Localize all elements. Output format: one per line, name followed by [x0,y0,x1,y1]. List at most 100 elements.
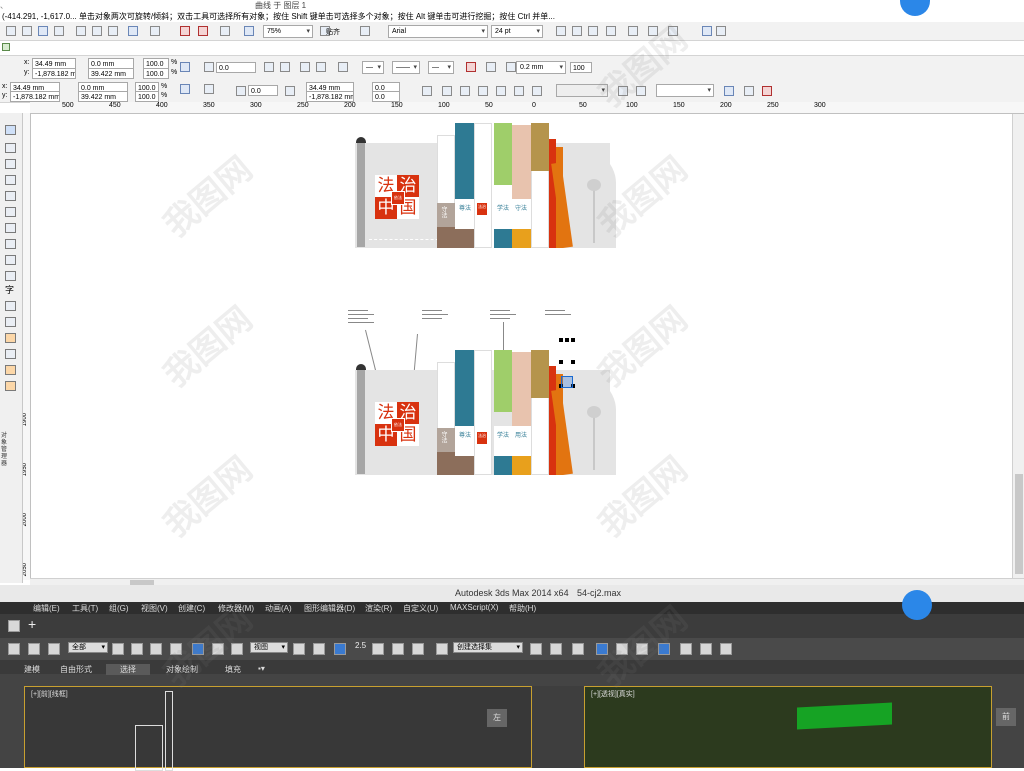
doc-icon[interactable] [204,84,214,94]
rotate-icon[interactable] [236,86,246,96]
viewcube[interactable]: 前 [996,708,1016,726]
freehand-tool-icon[interactable] [5,191,16,201]
pan-tool-icon[interactable] [724,86,734,96]
rendered-frame-icon[interactable] [700,643,712,655]
vertical-scrollbar[interactable] [1012,114,1024,578]
ellipse-tool-icon[interactable] [5,239,16,249]
node-y-field[interactable]: -1,878.182 mm [306,91,354,102]
object-manager-tab[interactable]: 对象管理器 [1,433,9,468]
color-eyedropper-icon[interactable] [744,86,754,96]
fill-tool-icon[interactable] [5,365,16,375]
select-manipulate-icon[interactable] [313,643,325,655]
join-nodes-icon[interactable] [478,86,488,96]
menu-customize[interactable]: 自定义(U) [403,603,438,614]
layer-manager-icon[interactable] [572,643,584,655]
new-doc-icon[interactable] [6,26,16,36]
height-field[interactable]: 39.422 mm [78,91,128,102]
mirror-icon[interactable] [530,643,542,655]
rectangle-tool-icon[interactable] [5,223,16,233]
menu-view[interactable]: 视图(V) [141,603,168,614]
doc-tab-icon[interactable] [2,43,10,51]
tab-populate[interactable]: 填充 [225,664,241,675]
delete-node-icon[interactable] [460,86,470,96]
lock-ratio-icon[interactable] [180,62,190,72]
select-by-name-icon[interactable] [131,643,143,655]
to-curve-icon[interactable] [532,86,542,96]
bind-spacewarp-icon[interactable] [48,643,60,655]
selection-filter-select[interactable]: 全部 [68,642,108,653]
scale-y-field[interactable]: 100.0 [143,68,169,79]
tab-modeling[interactable]: 建模 [24,664,40,675]
unlink-icon[interactable] [28,643,40,655]
polygon-tool-icon[interactable] [5,255,16,265]
cut-icon[interactable] [76,26,86,36]
color-mix-icon[interactable] [762,86,772,96]
angle-snap-icon[interactable] [372,643,384,655]
horizontal-ruler[interactable]: 500 450 400 350 300 250 200 150 100 50 0 50 100 150 20… [30,102,1024,114]
menu-edit[interactable]: 编辑(E) [33,603,60,614]
named-selection-select[interactable]: 创建选择集 [453,642,523,653]
import-icon[interactable] [180,26,190,36]
tab-selection[interactable]: 选择 [106,664,150,675]
interactive-fill-icon[interactable] [5,333,16,343]
node-tool-icon[interactable] [422,86,432,96]
menu-tools[interactable]: 工具(T) [72,603,98,614]
max-app-icon[interactable] [8,620,20,632]
viewport-front[interactable]: [+][前][线框] 左 [24,686,532,771]
node-handle[interactable] [561,376,573,388]
menu-rendering[interactable]: 渲染(R) [365,603,392,614]
undo-icon[interactable] [128,26,138,36]
color-select[interactable] [656,84,714,97]
rotation-field[interactable]: 0.0 [216,62,256,73]
zoom-select[interactable]: 75% [263,25,313,38]
rotate-icon[interactable] [204,62,214,72]
render-setup-icon[interactable] [680,643,692,655]
y-position-field[interactable]: -1,878.182 mm [10,91,60,102]
snap-toggle[interactable]: 2.5 [355,641,366,650]
rotation-field[interactable]: 0.0 [248,85,278,96]
options-icon[interactable] [360,26,370,36]
vertical-ruler[interactable]: 1900 1950 2000 2050 [22,113,31,580]
line-style-select[interactable]: —— [392,61,420,74]
copy-icon[interactable] [92,26,102,36]
horizontal-text-icon[interactable] [702,26,712,36]
selection-handle[interactable] [571,338,575,342]
add-icon[interactable]: + [28,616,36,632]
to-line-icon[interactable] [514,86,524,96]
add-node-icon[interactable] [442,86,452,96]
selection-handle[interactable] [565,338,569,342]
keyboard-shortcut-icon[interactable] [334,643,346,655]
tab-freeform[interactable]: 自由形式 [60,664,92,675]
mirror-v-icon[interactable] [280,62,290,72]
snap-label[interactable]: 贴齐 [326,27,340,37]
pick-tool-icon[interactable] [5,125,16,135]
offset-2-field[interactable]: 0.0 [372,91,400,102]
selection-handle[interactable] [559,338,563,342]
eyedropper-icon[interactable] [5,349,16,359]
mirror-h-icon[interactable] [264,62,274,72]
crop-tool-icon[interactable] [5,159,16,169]
publish-pdf-icon[interactable] [220,26,230,36]
save-icon[interactable] [38,26,48,36]
font-size-select[interactable]: 24 pt [491,25,543,38]
menu-help[interactable]: 帮助(H) [509,603,536,614]
y-position-field[interactable]: -1,878.182 mm [32,68,76,79]
outline-icon[interactable] [486,62,496,72]
export-icon[interactable] [198,26,208,36]
print-icon[interactable] [54,26,64,36]
outline-pct-field[interactable]: 100 [570,62,592,73]
text-tool-icon[interactable]: 字 [5,285,16,295]
font-select[interactable]: Arial [388,25,488,38]
edit-named-sel-icon[interactable] [436,643,448,655]
align-icon[interactable] [606,26,616,36]
menu-group[interactable]: 组(G) [109,603,129,614]
wrap-icon[interactable] [466,62,476,72]
artistic-media-icon[interactable] [5,207,16,217]
pivot-icon[interactable] [293,643,305,655]
basic-shapes-icon[interactable] [5,271,16,281]
mirror-h-icon[interactable] [285,86,295,96]
ribbon-options-icon[interactable]: ▪▾ [258,664,265,673]
menu-maxscript[interactable]: MAXScript(X) [450,603,498,612]
viewport-label[interactable]: [+][前][线框] [31,689,68,699]
design-top[interactable]: 法 治 中 国 依法 守法 尊法 法治 学法 守法 [355,123,617,250]
